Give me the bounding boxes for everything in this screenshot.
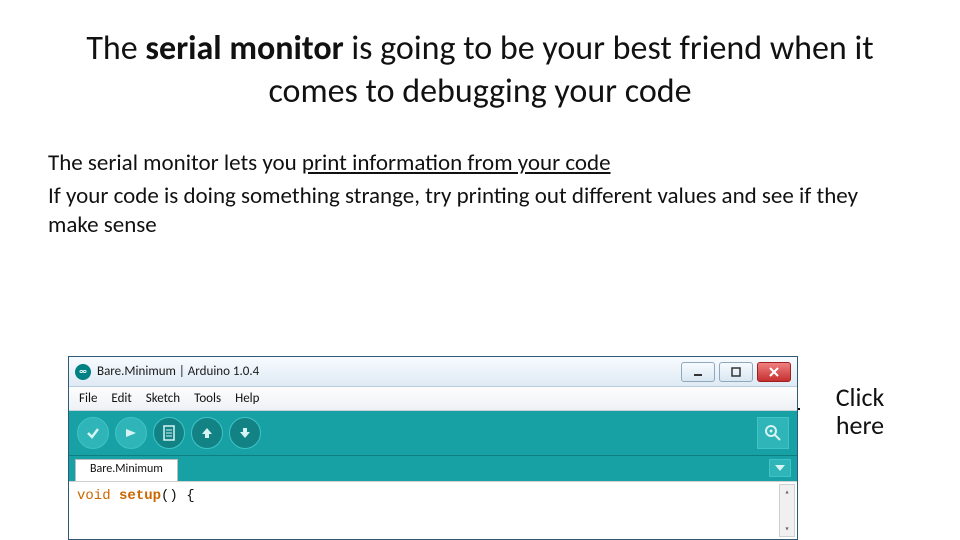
editor-scrollbar[interactable]: ▴ ▾ [779, 484, 795, 537]
arduino-app-icon: ∞ [75, 364, 91, 380]
serial-monitor-button[interactable] [757, 417, 789, 449]
window-titlebar: ∞ Bare.Minimum | Arduino 1.0.4 [69, 357, 797, 387]
menu-tools[interactable]: Tools [194, 391, 221, 406]
body-line-1-underline: print information from your code [302, 149, 611, 177]
slide-body: The serial monitor lets you print inform… [48, 149, 912, 239]
tab-bare-minimum[interactable]: Bare.Minimum [75, 459, 178, 481]
click-here-annotation: Click here [790, 383, 930, 440]
title-post: is going to be your best friend when it … [268, 28, 873, 112]
code-keyword-void: void [77, 488, 111, 504]
maximize-icon [731, 367, 741, 377]
annotation-line-1: Click [790, 383, 930, 412]
save-sketch-button[interactable] [229, 417, 261, 449]
maximize-button[interactable] [719, 362, 753, 382]
scroll-up-icon: ▴ [780, 485, 794, 499]
minimize-button[interactable] [681, 362, 715, 382]
arrow-down-icon [237, 425, 253, 441]
menu-file[interactable]: File [79, 391, 97, 406]
open-sketch-button[interactable] [191, 417, 223, 449]
code-editor[interactable]: void setup() { ▴ ▾ [69, 481, 797, 539]
verify-button[interactable] [77, 417, 109, 449]
tab-menu-button[interactable] [769, 459, 791, 477]
chevron-down-icon [775, 464, 785, 472]
annotation-line-2: here [790, 411, 930, 440]
tab-row: Bare.Minimum [69, 455, 797, 481]
slide-title: The serial monitor is going to be your b… [48, 28, 912, 113]
code-keyword-setup: setup [119, 488, 161, 504]
body-line-2: If your code is doing something strange,… [48, 182, 912, 240]
minimize-icon [693, 367, 703, 377]
code-rest: () { [161, 488, 195, 504]
body-line-1: The serial monitor lets you print inform… [48, 149, 912, 178]
menu-edit[interactable]: Edit [111, 391, 131, 406]
menu-help[interactable]: Help [235, 391, 259, 406]
body-line-1-pre: The serial monitor lets you [48, 149, 302, 177]
scroll-down-icon: ▾ [780, 522, 794, 536]
menu-sketch[interactable]: Sketch [146, 391, 180, 406]
arrow-up-icon [199, 425, 215, 441]
close-button[interactable] [757, 362, 791, 382]
upload-button[interactable] [115, 417, 147, 449]
toolbar [69, 411, 797, 455]
close-icon [769, 367, 779, 377]
arduino-window: ∞ Bare.Minimum | Arduino 1.0.4 File Ed [68, 356, 798, 540]
title-pre: The [86, 28, 145, 69]
menu-bar: File Edit Sketch Tools Help [69, 387, 797, 411]
new-file-icon [162, 425, 176, 441]
title-bold: serial monitor [145, 28, 343, 69]
arrow-right-icon [123, 425, 139, 441]
serial-monitor-icon [764, 424, 782, 442]
check-icon [85, 425, 101, 441]
arduino-screenshot: ∞ Bare.Minimum | Arduino 1.0.4 File Ed [68, 356, 798, 540]
window-title-text: Bare.Minimum | Arduino 1.0.4 [97, 364, 675, 379]
new-sketch-button[interactable] [153, 417, 185, 449]
